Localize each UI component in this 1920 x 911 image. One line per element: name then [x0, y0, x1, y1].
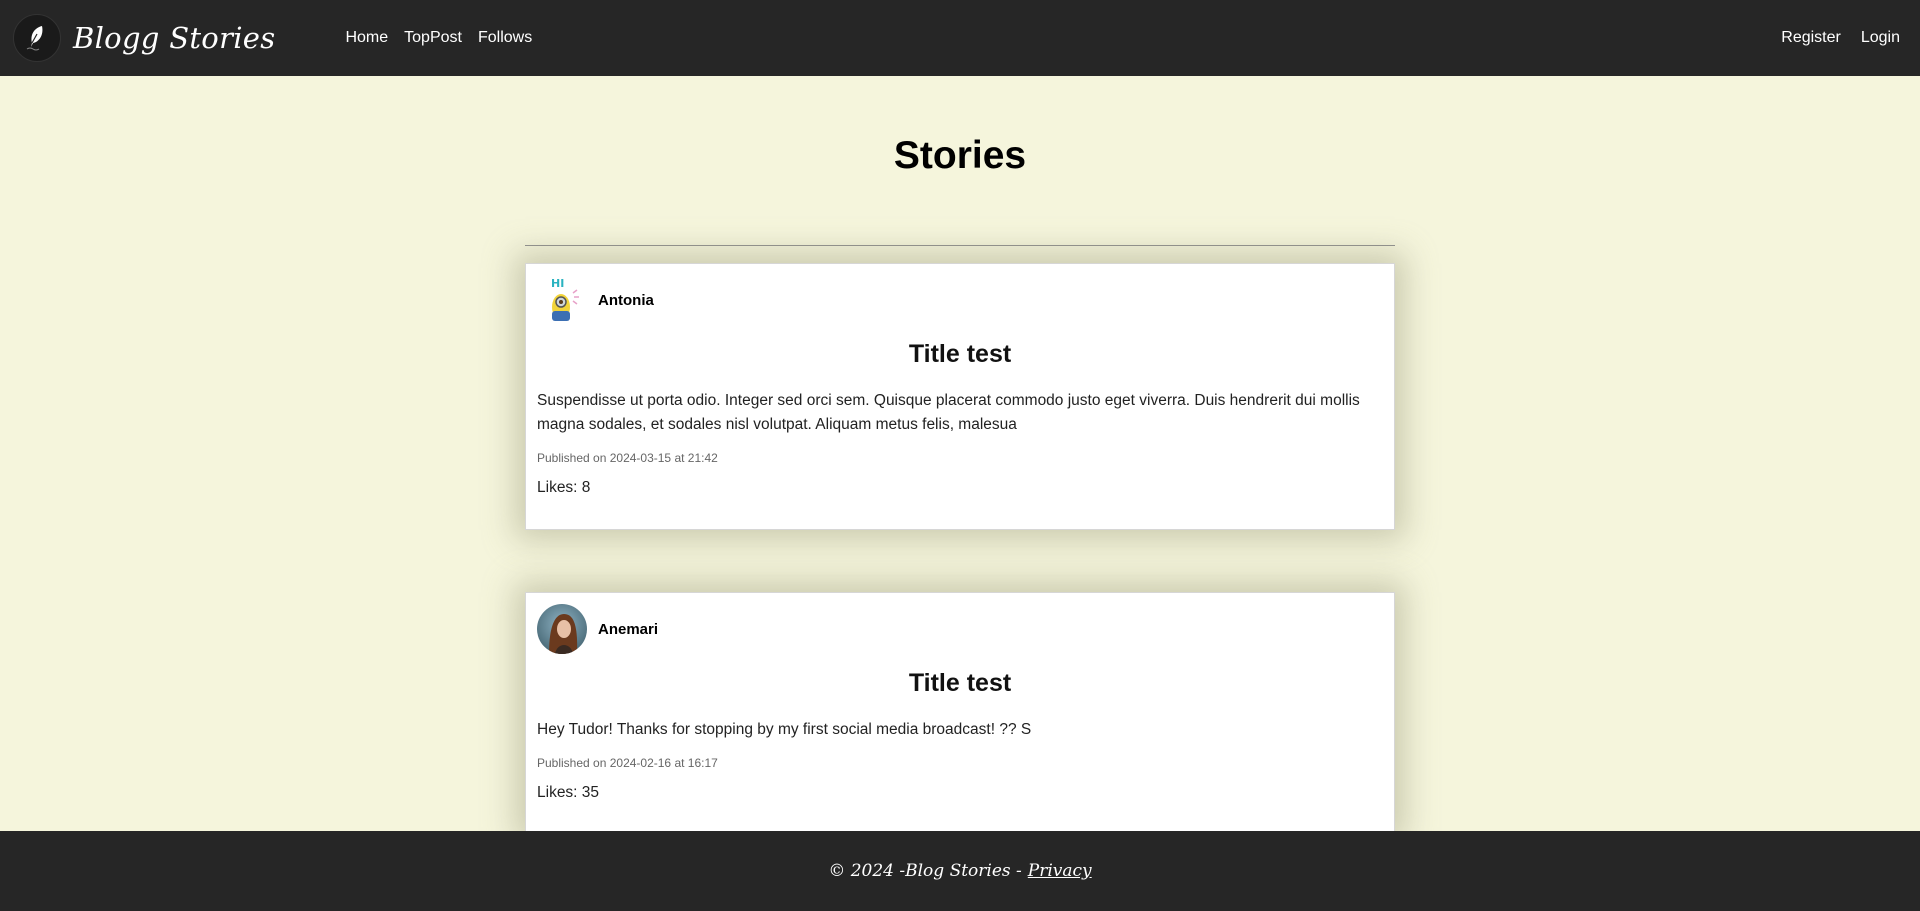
- post-body: Suspendisse ut porta odio. Integer sed o…: [537, 392, 1360, 433]
- author-name[interactable]: Antonia: [598, 292, 654, 309]
- post-date: Published on 2024-03-15 at 21:42: [537, 451, 718, 465]
- post-author-row: Anemari: [537, 604, 1383, 654]
- account-nav: Register Login: [1781, 0, 1900, 76]
- post-card: HI Antonia Title test Suspendisse ut por…: [525, 263, 1395, 530]
- author-avatar[interactable]: [537, 604, 587, 654]
- brand-link[interactable]: Blogg Stories: [13, 14, 275, 62]
- register-link[interactable]: Register: [1781, 29, 1841, 47]
- post-likes: Likes: 35: [537, 784, 600, 801]
- title-divider: [525, 245, 1395, 246]
- feather-logo-icon: [13, 14, 61, 62]
- privacy-link[interactable]: Privacy: [1028, 861, 1092, 881]
- post-author-row: HI Antonia: [537, 275, 1383, 325]
- login-link[interactable]: Login: [1861, 29, 1900, 47]
- post-card: Anemari Title test Hey Tudor! Thanks for…: [525, 592, 1395, 832]
- nav-follows-link[interactable]: Follows: [478, 29, 532, 47]
- post-date: Published on 2024-02-16 at 16:17: [537, 756, 718, 770]
- page-title: Stories: [893, 134, 1027, 177]
- site-footer: © 2024 -Blog Stories - Privacy: [0, 831, 1920, 911]
- post-likes: Likes: 8: [537, 479, 591, 496]
- post-body: Hey Tudor! Thanks for stopping by my fir…: [537, 721, 1032, 738]
- brand-name: Blogg Stories: [73, 21, 276, 55]
- svg-text:HI: HI: [551, 277, 564, 290]
- footer-copyright: © 2024 -Blog Stories -: [828, 861, 1022, 881]
- top-navbar: Blogg Stories Home TopPost Follows Regis…: [0, 0, 1920, 76]
- author-avatar[interactable]: HI: [537, 275, 587, 325]
- post-title[interactable]: Title test: [537, 340, 1383, 369]
- author-name[interactable]: Anemari: [598, 621, 658, 638]
- nav-home-link[interactable]: Home: [345, 29, 388, 47]
- primary-nav: Home TopPost Follows: [345, 29, 532, 47]
- post-title[interactable]: Title test: [537, 669, 1383, 698]
- nav-toppost-link[interactable]: TopPost: [404, 29, 462, 47]
